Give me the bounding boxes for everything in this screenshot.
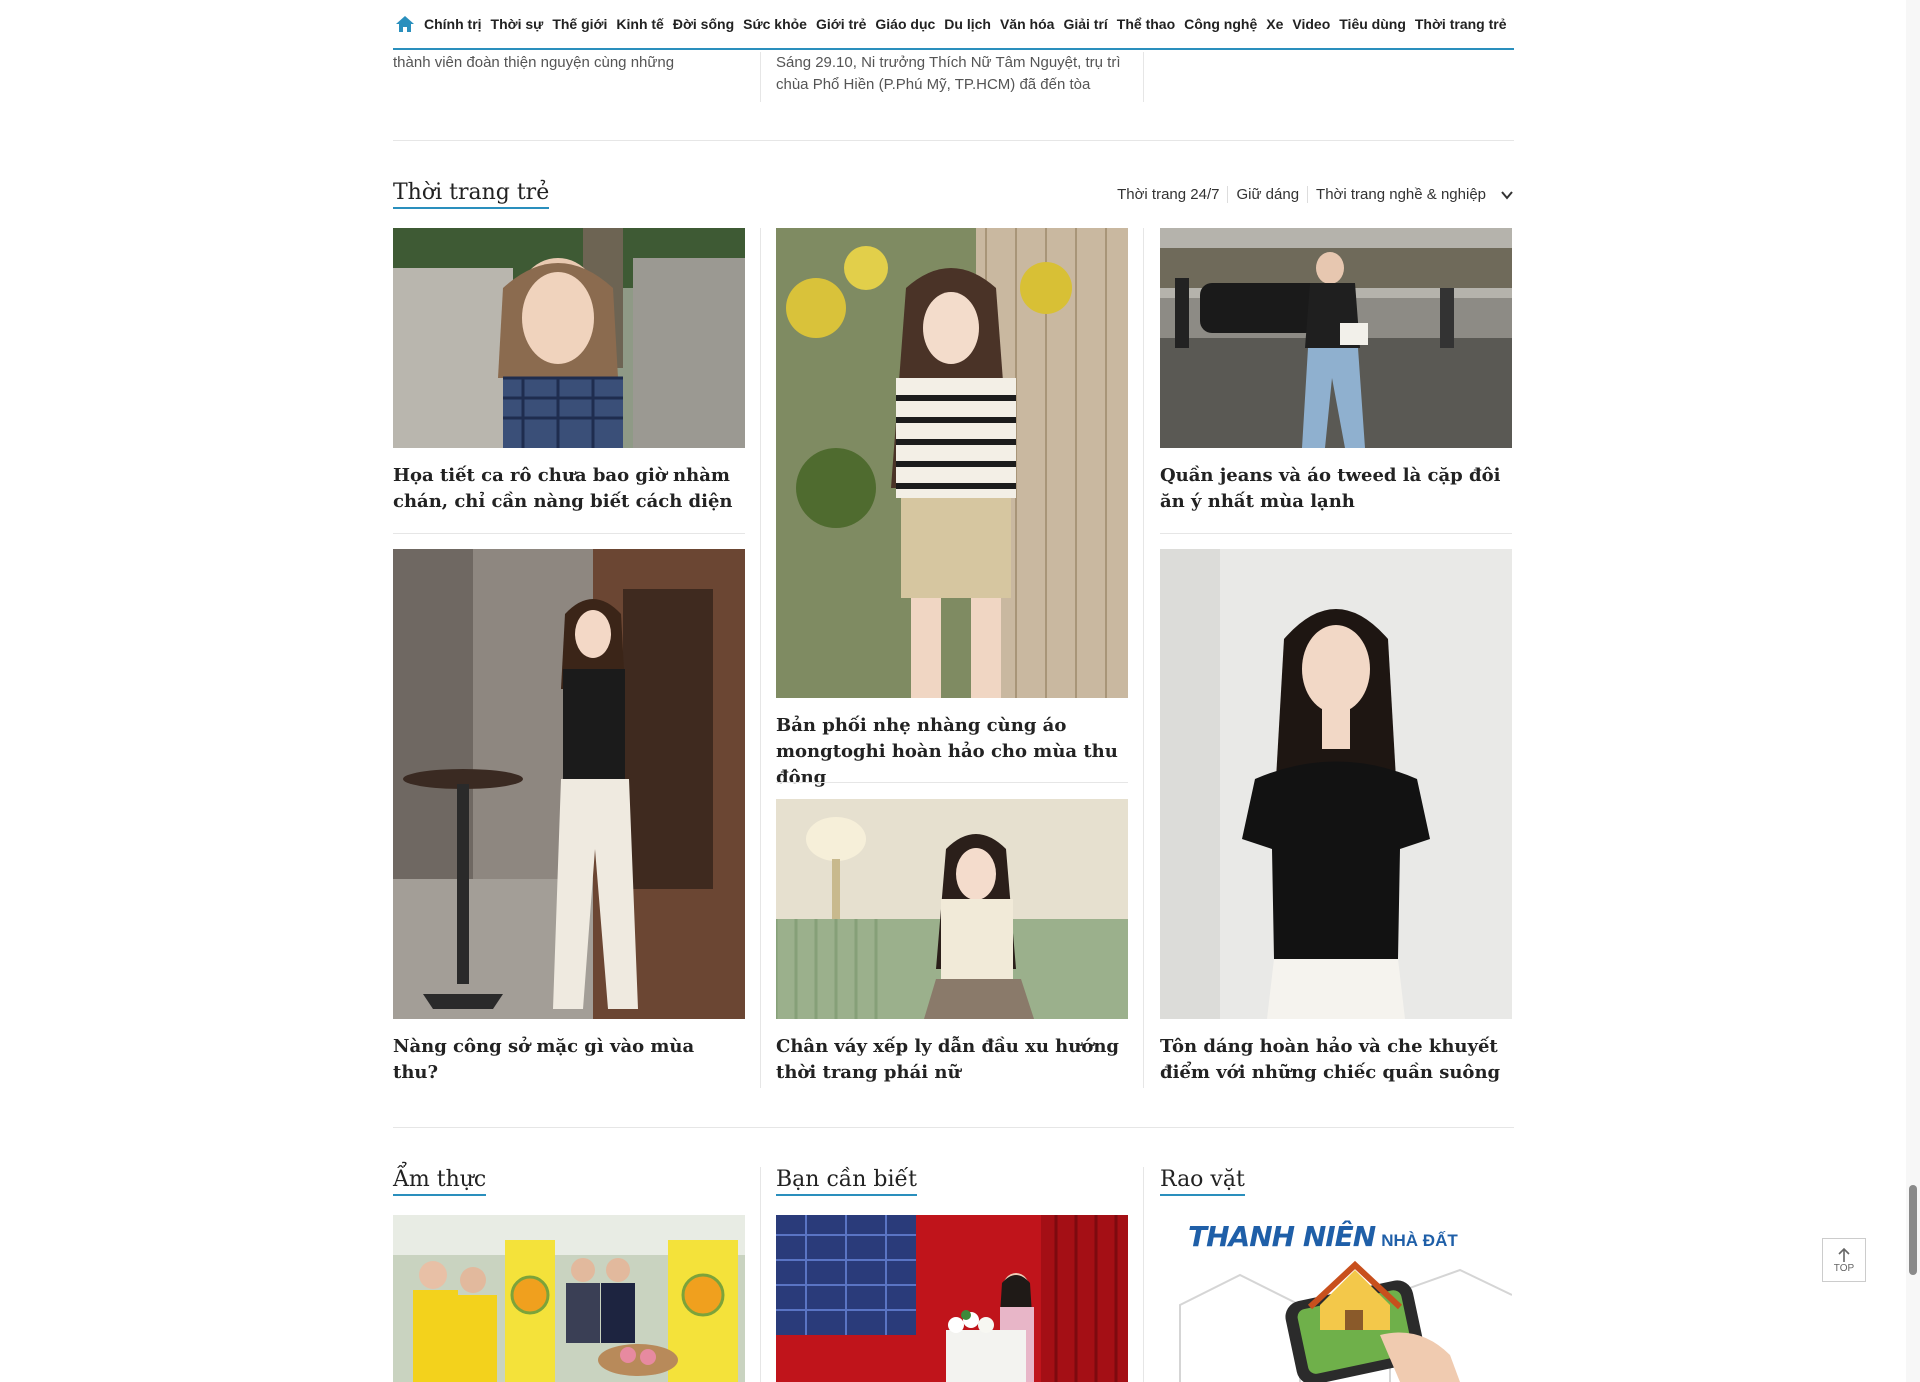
previous-article-snippet[interactable]: thành viên đoàn thiện nguyện cùng những	[393, 52, 743, 74]
article-title[interactable]: Quần jeans và áo tweed là cặp đôi ăn ý n…	[1160, 463, 1512, 515]
nav-item[interactable]: Du lịch	[944, 16, 991, 32]
article-thumbnail[interactable]	[393, 1215, 745, 1382]
subcategory-item[interactable]: Thời trang 24/7	[1117, 186, 1227, 203]
section-title-fashion[interactable]: Thời trang trẻ	[393, 180, 550, 209]
ad-brand-text: THANH NIÊN	[1188, 1220, 1376, 1253]
subcategory-item[interactable]: Giữ dáng	[1227, 186, 1307, 203]
subcategory-list: Thời trang 24/7 Giữ dáng Thời trang nghề…	[1117, 186, 1514, 203]
nav-item[interactable]: Thế giới	[552, 16, 607, 32]
ad-subbrand-text: NHÀ ĐẤT	[1381, 1231, 1458, 1250]
nav-item[interactable]: Video	[1292, 16, 1330, 32]
column-divider	[1143, 52, 1144, 102]
classifieds-ad-banner[interactable]: THANH NIÊN NHÀ ĐẤT	[1160, 1215, 1512, 1382]
article-thumbnail[interactable]	[776, 799, 1128, 1019]
section-title-food[interactable]: Ẩm thực	[393, 1167, 487, 1196]
article-thumbnail[interactable]	[393, 549, 745, 1019]
nav-items: Chính trị Thời sự Thế giới Kinh tế Đời sống S…	[424, 16, 1507, 32]
column-divider	[1143, 228, 1144, 1088]
arrow-up-icon	[1838, 1247, 1850, 1262]
back-to-top-button[interactable]: TOP	[1822, 1238, 1866, 1282]
nav-item[interactable]: Đời sống	[673, 16, 734, 32]
nav-item[interactable]: Văn hóa	[1000, 16, 1054, 32]
ad-logo: THANH NIÊN NHÀ ĐẤT	[1188, 1220, 1458, 1253]
nav-item[interactable]: Sức khỏe	[743, 16, 807, 32]
card-separator	[393, 533, 745, 534]
nav-item[interactable]: Giải trí	[1063, 16, 1107, 32]
article-thumbnail[interactable]	[1160, 228, 1512, 448]
nav-item[interactable]: Thời trang trẻ	[1415, 16, 1507, 32]
subcategory-item[interactable]: Thời trang nghề & nghiệp	[1307, 186, 1494, 203]
card-separator	[1160, 533, 1512, 534]
nav-item[interactable]: Giáo dục	[875, 16, 935, 32]
column-divider	[760, 52, 761, 102]
column-divider	[760, 228, 761, 1088]
article-thumbnail[interactable]	[1160, 549, 1512, 1019]
article-thumbnail[interactable]	[776, 1215, 1128, 1382]
column-divider	[1143, 1167, 1144, 1382]
previous-article-snippet[interactable]: Sáng 29.10, Ni trưởng Thích Nữ Tâm Nguyệ…	[776, 52, 1136, 96]
section-title-classifieds[interactable]: Rao vặt	[1160, 1167, 1245, 1196]
column-divider	[760, 1167, 761, 1382]
main-nav: Chính trị Thời sự Thế giới Kinh tế Đời sống S…	[393, 0, 1514, 50]
back-to-top-label: TOP	[1833, 1262, 1855, 1274]
article-title[interactable]: Bản phối nhẹ nhàng cùng áo mongtoghi hoà…	[776, 713, 1128, 791]
page-scrollbar[interactable]	[1906, 0, 1920, 1382]
nav-item[interactable]: Giới trẻ	[816, 16, 866, 32]
nav-item[interactable]: Công nghệ	[1184, 16, 1257, 32]
article-thumbnail[interactable]	[393, 228, 745, 448]
nav-item[interactable]: Thể thao	[1117, 16, 1175, 32]
section-divider	[393, 140, 1514, 141]
article-title[interactable]: Nàng công sở mặc gì vào mùa thu?	[393, 1034, 745, 1086]
nav-item[interactable]: Kinh tế	[616, 16, 663, 32]
nav-item[interactable]: Chính trị	[424, 16, 482, 32]
section-divider	[393, 1127, 1514, 1128]
home-icon[interactable]	[395, 14, 415, 34]
article-thumbnail[interactable]	[776, 228, 1128, 698]
scrollbar-thumb[interactable]	[1909, 1185, 1917, 1275]
article-title[interactable]: Họa tiết ca rô chưa bao giờ nhàm chán, c…	[393, 463, 745, 515]
card-separator	[776, 782, 1128, 783]
chevron-down-icon[interactable]	[1500, 188, 1514, 202]
article-title[interactable]: Chân váy xếp ly dẫn đầu xu hướng thời tr…	[776, 1034, 1128, 1086]
article-title[interactable]: Tôn dáng hoàn hảo và che khuyết điểm với…	[1160, 1034, 1512, 1086]
nav-item[interactable]: Tiêu dùng	[1339, 16, 1406, 32]
section-title-need-to-know[interactable]: Bạn cần biết	[776, 1167, 917, 1196]
nav-item[interactable]: Xe	[1266, 16, 1283, 32]
nav-item[interactable]: Thời sự	[491, 16, 544, 32]
